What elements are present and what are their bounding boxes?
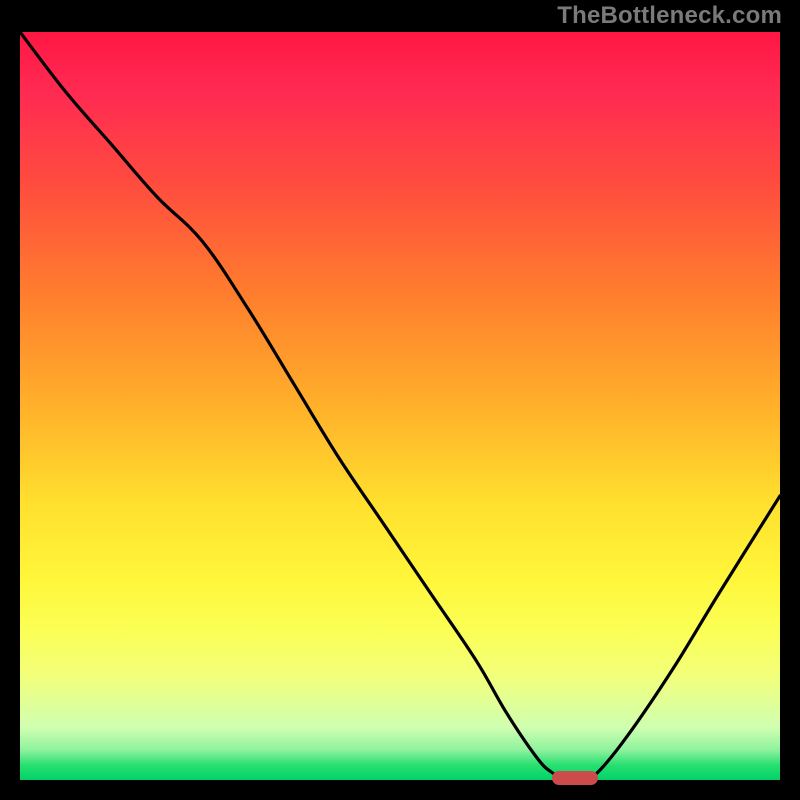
optimal-range-marker bbox=[552, 771, 598, 785]
watermark-text: TheBottleneck.com bbox=[557, 2, 782, 30]
curve-path bbox=[20, 32, 780, 780]
bottleneck-curve bbox=[20, 32, 780, 780]
plot-area bbox=[20, 32, 780, 780]
chart-frame: TheBottleneck.com bbox=[0, 0, 800, 800]
